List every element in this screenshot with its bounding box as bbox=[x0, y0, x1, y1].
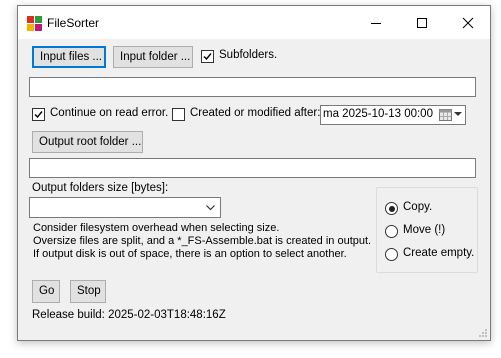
input-path-field[interactable] bbox=[29, 77, 476, 97]
calendar-icon[interactable] bbox=[439, 109, 452, 121]
title-bar[interactable]: FileSorter bbox=[18, 6, 490, 39]
chevron-down-icon[interactable] bbox=[454, 112, 462, 117]
continue-on-error-checkbox[interactable] bbox=[32, 108, 45, 121]
maximize-icon bbox=[417, 17, 427, 28]
move-radio[interactable] bbox=[385, 225, 398, 238]
output-root-folder-button[interactable]: Output root folder ... bbox=[32, 131, 143, 153]
input-folder-button[interactable]: Input folder ... bbox=[113, 46, 193, 68]
date-value: ma 2025-10-13 00:00 bbox=[323, 108, 433, 120]
note-line-2: Oversize files are split, and a *_FS-Ass… bbox=[33, 235, 372, 247]
create-empty-radio[interactable] bbox=[385, 248, 398, 261]
release-build-label: Release build: 2025-02-03T18:48:16Z bbox=[32, 309, 226, 321]
subfolders-checkbox[interactable] bbox=[201, 50, 214, 63]
chevron-down-icon[interactable] bbox=[206, 205, 215, 211]
continue-on-error-label: Continue on read error. bbox=[50, 107, 169, 119]
output-path-field[interactable] bbox=[29, 158, 476, 178]
subfolders-label: Subfolders. bbox=[219, 49, 278, 61]
check-icon bbox=[203, 53, 212, 61]
close-icon bbox=[462, 17, 474, 28]
filesorter-window: FileSorter Input files ... Input folder … bbox=[17, 5, 491, 341]
modified-after-label: Created or modified after: bbox=[190, 107, 321, 119]
window-title: FileSorter bbox=[47, 16, 100, 30]
modified-after-checkbox[interactable] bbox=[172, 108, 185, 121]
minimize-icon bbox=[371, 22, 381, 24]
maximize-button[interactable] bbox=[399, 6, 445, 39]
date-picker[interactable]: ma 2025-10-13 00:00 bbox=[320, 105, 466, 125]
output-size-label: Output folders size [bytes]: bbox=[32, 182, 169, 194]
copy-radio[interactable] bbox=[385, 202, 398, 215]
note-line-3: If output disk is out of space, there is… bbox=[33, 248, 347, 260]
note-line-1: Consider filesystem overhead when select… bbox=[33, 222, 280, 234]
create-empty-label: Create empty. bbox=[403, 247, 475, 259]
stop-button[interactable]: Stop bbox=[70, 280, 106, 303]
mode-group: Copy. Move (!) Create empty. bbox=[376, 187, 478, 273]
minimize-button[interactable] bbox=[353, 6, 399, 39]
copy-label: Copy. bbox=[403, 201, 433, 213]
output-size-combobox[interactable] bbox=[29, 197, 221, 218]
check-icon bbox=[34, 111, 43, 119]
input-files-button[interactable]: Input files ... bbox=[32, 46, 106, 68]
app-icon bbox=[27, 16, 42, 31]
go-button[interactable]: Go bbox=[32, 280, 60, 303]
close-button[interactable] bbox=[445, 6, 491, 39]
move-label: Move (!) bbox=[403, 224, 446, 236]
resize-grip-icon[interactable] bbox=[478, 328, 488, 338]
